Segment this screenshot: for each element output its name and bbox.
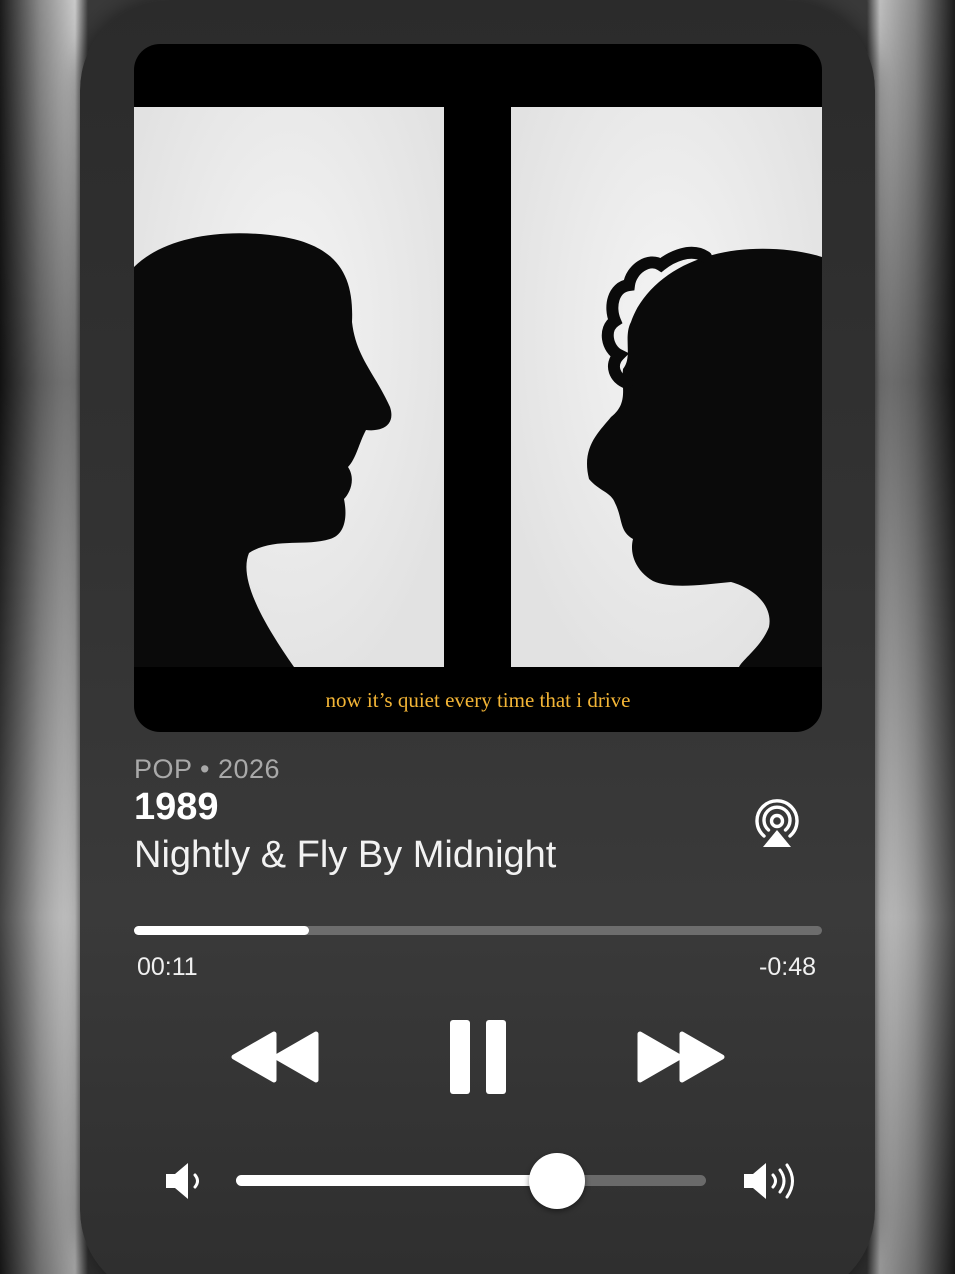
fast-forward-icon (637, 1031, 725, 1083)
rewind-button[interactable] (230, 1028, 320, 1086)
playback-scrubber[interactable] (134, 926, 822, 935)
artist-name[interactable]: Nightly & Fly By Midnight (134, 834, 556, 877)
artwork-right-panel (511, 107, 822, 667)
pause-button[interactable] (448, 1018, 508, 1096)
volume-slider[interactable] (236, 1153, 706, 1209)
volume-low-icon[interactable] (164, 1160, 208, 1202)
remaining-time: -0:48 (759, 953, 816, 981)
now-playing-card: now it’s quiet every time that i drive P… (80, 0, 875, 1274)
left-silhouette (134, 233, 392, 667)
rewind-icon (231, 1031, 319, 1083)
album-artwork: now it’s quiet every time that i drive (134, 44, 822, 732)
right-silhouette (587, 246, 822, 667)
pause-icon (450, 1020, 506, 1094)
fast-forward-button[interactable] (636, 1028, 726, 1086)
airplay-icon[interactable] (750, 790, 804, 850)
playback-progress-fill (134, 926, 309, 935)
genre-year-label: POP • 2026 (134, 754, 281, 784)
track-title[interactable]: 1989 (134, 786, 219, 829)
elapsed-time: 00:11 (137, 953, 198, 981)
volume-high-icon[interactable] (742, 1160, 802, 1202)
volume-slider-thumb[interactable] (529, 1153, 586, 1209)
volume-level-fill (236, 1175, 558, 1186)
artwork-left-panel (134, 107, 444, 667)
lyric-caption: now it’s quiet every time that i drive (325, 688, 631, 712)
